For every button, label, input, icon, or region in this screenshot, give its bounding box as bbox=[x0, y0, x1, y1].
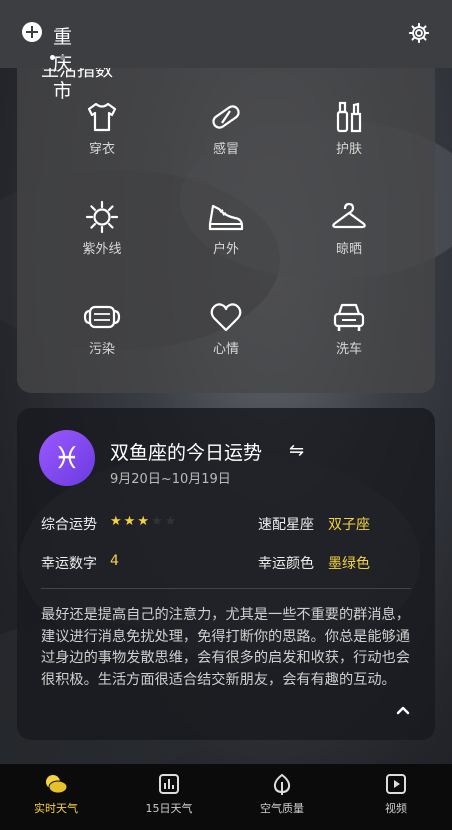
life-item-drying[interactable]: 晾晒 bbox=[299, 200, 399, 257]
divider bbox=[41, 588, 411, 589]
life-item-label: 污染 bbox=[88, 342, 115, 357]
life-item-skincare[interactable]: 护肤 bbox=[299, 100, 399, 157]
lucky-number-value: 4 bbox=[110, 553, 119, 569]
shirt-icon bbox=[87, 102, 117, 132]
swap-sign-icon[interactable]: ⇋ bbox=[289, 440, 304, 461]
life-item-label: 穿衣 bbox=[88, 142, 115, 157]
page-indicator bbox=[50, 55, 65, 60]
pill-icon bbox=[212, 105, 240, 129]
life-item-cold[interactable]: 感冒 bbox=[176, 100, 276, 157]
pisces-icon[interactable]: ♓ bbox=[39, 430, 95, 486]
star-icon: ★ bbox=[123, 514, 138, 529]
star-icon: ★ bbox=[164, 514, 179, 529]
hanger-icon bbox=[332, 202, 366, 229]
car-icon bbox=[333, 303, 365, 331]
horoscope-card: ♓ 双鱼座的今日运势 ⇋ 9月20日~10月19日 综合运势 ★★★★★ 速配星… bbox=[17, 408, 435, 740]
mask-icon bbox=[83, 305, 121, 329]
city-name[interactable]: 重庆市 bbox=[53, 22, 72, 103]
lucky-number-label: 幸运数字 bbox=[41, 556, 97, 572]
overall-fortune-label: 综合运势 bbox=[41, 517, 97, 533]
match-sign-value: 双子座 bbox=[328, 517, 370, 533]
page-dot-active bbox=[50, 55, 55, 60]
life-item-pollution[interactable]: 污染 bbox=[52, 300, 152, 357]
life-item-label: 感冒 bbox=[212, 142, 239, 157]
lucky-color-value: 墨绿色 bbox=[328, 556, 370, 572]
life-item-label: 洗车 bbox=[335, 342, 362, 357]
life-item-label: 护肤 bbox=[335, 142, 362, 157]
tab-video[interactable]: 视频 bbox=[351, 772, 441, 816]
horoscope-date-range: 9月20日~10月19日 bbox=[110, 472, 231, 487]
shoe-icon bbox=[208, 204, 244, 231]
life-item-label: 心情 bbox=[212, 342, 239, 357]
realtime-weather-icon bbox=[46, 775, 68, 794]
tab-15day-weather[interactable]: 15日天气 bbox=[124, 772, 214, 816]
horoscope-title: 双鱼座的今日运势 bbox=[110, 442, 263, 464]
horoscope-description: 最好还是提高自己的注意力，尤其是一些不重要的群消息，建议进行消息免扰处理，免得打… bbox=[41, 607, 410, 688]
life-item-label: 紫外线 bbox=[82, 242, 122, 257]
star-icon: ★ bbox=[110, 514, 124, 529]
life-index-card: 生活指数 穿衣 感冒 护肤 紫外线 户外 晾晒 污染 心情 洗车 bbox=[17, 30, 435, 393]
match-sign-label: 速配星座 bbox=[258, 517, 314, 533]
life-item-uv[interactable]: 紫外线 bbox=[52, 200, 152, 257]
video-icon bbox=[386, 774, 406, 794]
skincare-icon bbox=[336, 101, 362, 133]
gear-icon[interactable] bbox=[408, 22, 430, 44]
sun-icon bbox=[85, 200, 119, 234]
tab-label: 15日天气 bbox=[145, 802, 193, 815]
chart-icon bbox=[159, 774, 179, 794]
leaf-icon bbox=[273, 773, 291, 795]
life-item-carwash[interactable]: 洗车 bbox=[299, 300, 399, 357]
plus-circle-icon[interactable] bbox=[22, 22, 42, 42]
star-icon: ★ bbox=[150, 514, 165, 529]
tab-label: 视频 bbox=[385, 802, 407, 815]
life-item-outdoor[interactable]: 户外 bbox=[176, 200, 276, 257]
life-item-label: 晾晒 bbox=[335, 242, 362, 257]
chevron-up-icon[interactable] bbox=[393, 700, 413, 720]
life-item-clothing[interactable]: 穿衣 bbox=[52, 100, 152, 157]
star-icon: ★ bbox=[137, 514, 151, 529]
tab-air-quality[interactable]: 空气质量 bbox=[237, 772, 327, 816]
bottom-tab-bar: 实时天气 15日天气 空气质量 视频 bbox=[0, 764, 452, 830]
tab-label: 实时天气 bbox=[34, 802, 78, 815]
tab-label: 空气质量 bbox=[260, 802, 304, 815]
overall-fortune-stars: ★★★★★ bbox=[110, 514, 178, 529]
heart-icon bbox=[210, 303, 242, 332]
page-dot bbox=[60, 55, 65, 60]
life-item-label: 户外 bbox=[212, 242, 239, 257]
tab-realtime-weather[interactable]: 实时天气 bbox=[11, 772, 101, 816]
life-item-mood[interactable]: 心情 bbox=[176, 300, 276, 357]
lucky-color-label: 幸运颜色 bbox=[258, 556, 314, 572]
